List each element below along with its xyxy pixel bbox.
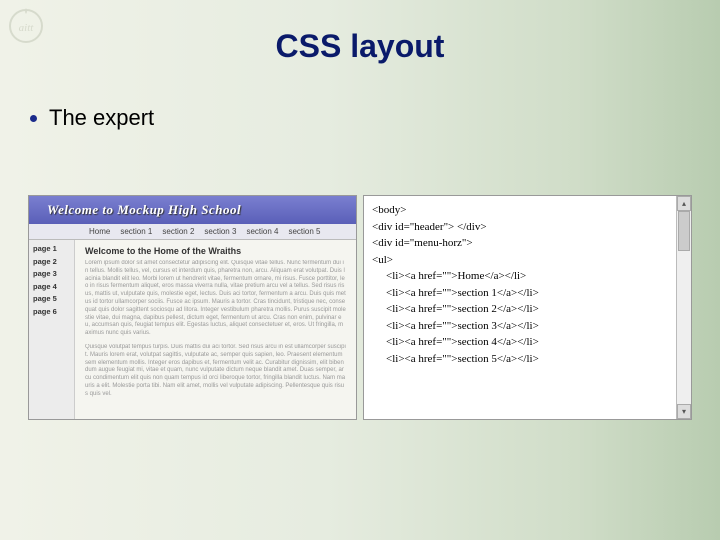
code-line: <li><a href="">section 4</a></li> (372, 334, 668, 351)
code-line: <li><a href="">section 3</a></li> (372, 318, 668, 335)
code-line: <li><a href="">Home</a></li> (372, 268, 668, 285)
code-preview-panel: <body> <div id="header"> </div> <div id=… (363, 195, 692, 420)
vertical-scrollbar[interactable]: ▴ ▾ (676, 196, 691, 419)
scroll-thumb[interactable] (678, 211, 690, 251)
code-line: <ul> (372, 252, 668, 269)
side-item: page 3 (33, 269, 70, 280)
nav-item: section 2 (162, 227, 194, 236)
side-item: page 1 (33, 244, 70, 255)
nav-item: section 5 (288, 227, 320, 236)
bullet-dot-icon (30, 115, 37, 122)
side-item: page 4 (33, 282, 70, 293)
code-line: <body> (372, 202, 668, 219)
code-line: <div id="header"> </div> (372, 219, 668, 236)
mock-body: page 1 page 2 page 3 page 4 page 5 page … (29, 240, 356, 419)
bullet-text: The expert (49, 105, 154, 131)
code-line: <div id="menu-horz"> (372, 235, 668, 252)
mock-sidebar: page 1 page 2 page 3 page 4 page 5 page … (29, 240, 75, 419)
mock-paragraph: Lorem ipsum dolor sit amet consectetur a… (85, 260, 346, 338)
nav-item: section 1 (120, 227, 152, 236)
mock-paragraph: Quisque volutpat tempus turpis. Duis mat… (85, 344, 346, 399)
code-area: <body> <div id="header"> </div> <div id=… (364, 196, 676, 419)
nav-item: section 4 (246, 227, 278, 236)
content-panels: Welcome to Mockup High School Home secti… (28, 195, 692, 420)
side-item: page 5 (33, 294, 70, 305)
side-item: page 6 (33, 307, 70, 318)
nav-item: section 3 (204, 227, 236, 236)
nav-item: Home (89, 227, 110, 236)
mock-main-content: Welcome to the Home of the Wraiths Lorem… (75, 240, 356, 419)
logo-watermark: aitt (6, 4, 46, 44)
scroll-track[interactable] (677, 211, 691, 404)
mock-banner-text: Welcome to Mockup High School (47, 202, 241, 218)
scroll-up-button[interactable]: ▴ (677, 196, 691, 211)
bullet-item: The expert (30, 105, 720, 131)
code-line: <li><a href="">section 2</a></li> (372, 301, 668, 318)
slide-title: CSS layout (0, 0, 720, 65)
side-item: page 2 (33, 257, 70, 268)
mock-header: Welcome to Mockup High School (29, 196, 356, 224)
scroll-down-button[interactable]: ▾ (677, 404, 691, 419)
rendered-page-preview: Welcome to Mockup High School Home secti… (28, 195, 357, 420)
mock-horizontal-nav: Home section 1 section 2 section 3 secti… (29, 224, 356, 240)
code-line: <li><a href="">section 1</a></li> (372, 285, 668, 302)
mock-heading: Welcome to the Home of the Wraiths (85, 246, 346, 256)
svg-text:aitt: aitt (19, 22, 35, 34)
code-line: <li><a href="">section 5</a></li> (372, 351, 668, 368)
